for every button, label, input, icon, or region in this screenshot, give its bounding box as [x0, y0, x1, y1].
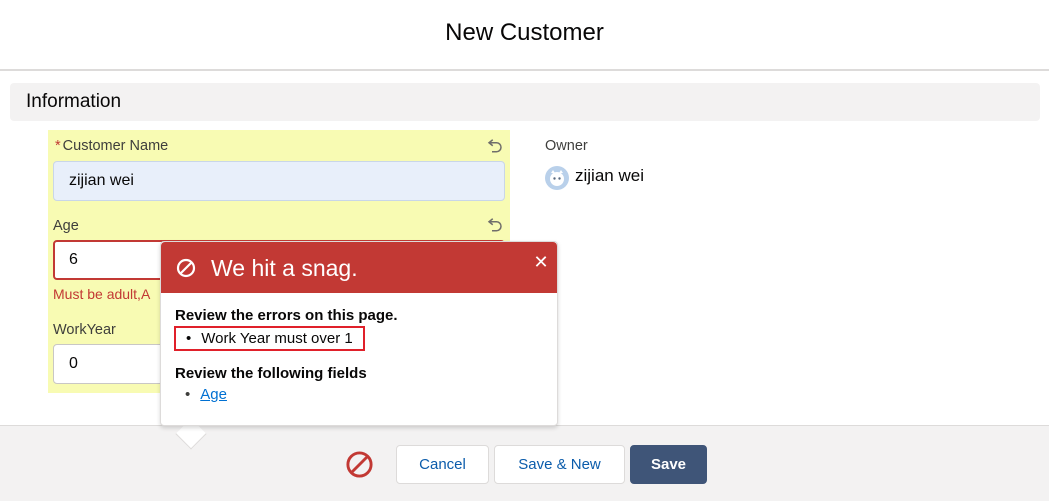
popover-body: Review the errors on this page. • Work Ye…: [174, 307, 543, 403]
errors-heading: Review the errors on this page.: [175, 307, 398, 324]
close-icon[interactable]: ✕: [531, 252, 551, 272]
fields-heading: Review the following fields: [175, 365, 367, 382]
modal-title: New Customer: [445, 19, 604, 46]
error-icon[interactable]: [345, 450, 374, 479]
customer-name-input[interactable]: zijian wei: [53, 161, 505, 201]
error-list-item: • Work Year must over 1: [174, 326, 365, 351]
cancel-button[interactable]: Cancel: [396, 445, 489, 484]
avatar: [545, 166, 569, 190]
age-error-message: Must be adult,A: [53, 286, 151, 302]
field-link-age[interactable]: Age: [200, 386, 227, 403]
bullet: •: [186, 330, 192, 347]
field-list-item: • Age: [175, 386, 543, 403]
save-and-new-button[interactable]: Save & New: [494, 445, 625, 484]
section-title: Information: [26, 91, 122, 112]
customer-name-label: * Customer Name: [55, 138, 168, 154]
undo-icon[interactable]: [486, 215, 504, 233]
owner-label: Owner: [545, 138, 588, 154]
age-label: Age: [53, 218, 79, 234]
save-button[interactable]: Save: [630, 445, 707, 484]
section-header[interactable]: Information: [10, 83, 1040, 121]
error-message: Work Year must over 1: [201, 330, 353, 347]
owner-name[interactable]: zijian wei: [575, 166, 644, 186]
work-year-label: WorkYear: [53, 322, 116, 338]
bullet: •: [185, 386, 191, 403]
undo-icon[interactable]: [486, 136, 504, 154]
error-popover: We hit a snag. ✕ Review the errors on th…: [160, 241, 558, 426]
popover-header: We hit a snag. ✕: [161, 242, 557, 293]
customer-name-label-text: Customer Name: [62, 138, 169, 154]
required-indicator: *: [55, 138, 61, 154]
popover-title: We hit a snag.: [211, 255, 358, 281]
modal-header: New Customer: [0, 0, 1049, 71]
error-icon: [176, 258, 196, 278]
